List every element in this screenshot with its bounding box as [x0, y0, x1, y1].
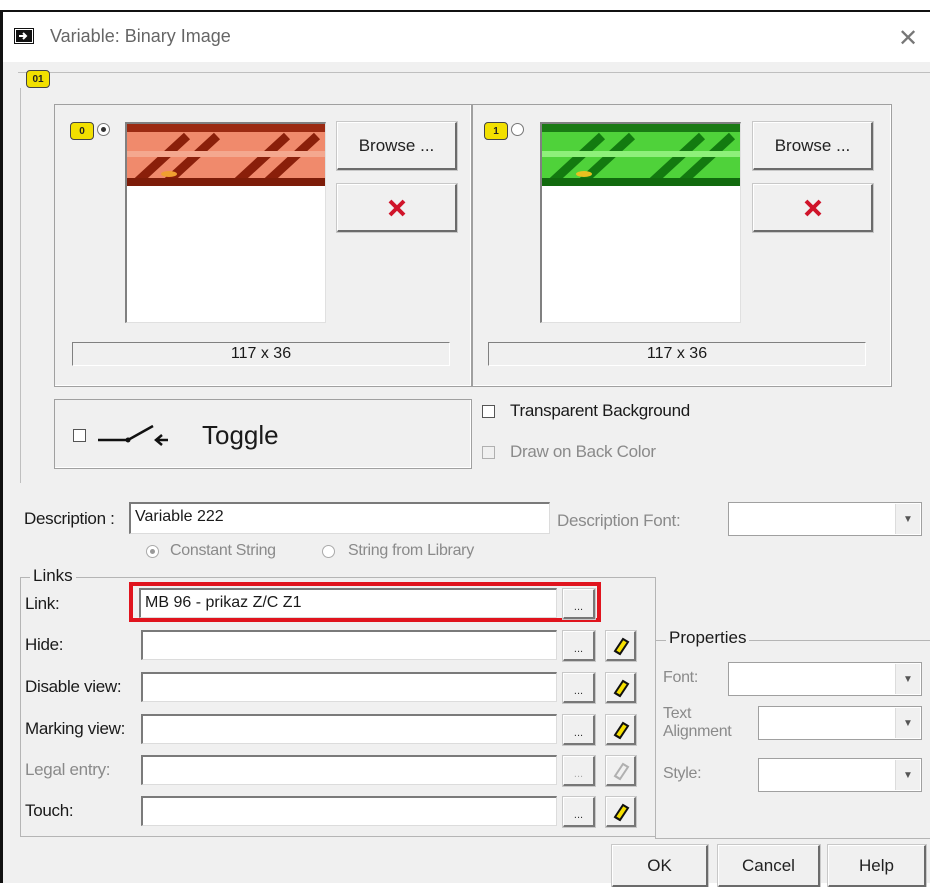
- text-alignment-label-line-2: Alignment: [663, 723, 732, 740]
- state-1-badge-icon: 1: [484, 122, 508, 140]
- window-title: Variable: Binary Image: [50, 26, 231, 46]
- state-0-badge-text: 0: [79, 125, 85, 137]
- ok-button[interactable]: OK: [611, 844, 709, 887]
- state-0-badge-icon: 0: [70, 122, 94, 140]
- link-input[interactable]: MB 96 - prikaz Z/C Z1: [139, 588, 557, 618]
- text-alignment-select[interactable]: ▼: [758, 706, 922, 740]
- font-label: Font:: [663, 669, 698, 686]
- state-1-size-label: 117 x 36: [488, 342, 866, 366]
- chevron-down-icon: ▼: [895, 664, 920, 694]
- eraser-icon: [613, 679, 629, 697]
- draw-on-back-color-checkbox[interactable]: [482, 446, 495, 459]
- close-icon[interactable]: ✕: [898, 24, 918, 53]
- state-1-image: [542, 124, 740, 186]
- constant-string-label: Constant String: [170, 542, 276, 559]
- eraser-icon: [613, 721, 629, 739]
- string-from-library-radio[interactable]: [322, 545, 335, 558]
- link-label: Link:: [25, 594, 60, 613]
- toggle-checkbox[interactable]: [73, 429, 86, 442]
- help-button[interactable]: Help: [827, 844, 927, 887]
- hide-label: Hide:: [25, 635, 64, 654]
- properties-group-title: Properties: [666, 628, 750, 648]
- state-1-badge-text: 1: [493, 125, 499, 137]
- disable-view-input[interactable]: [141, 672, 557, 702]
- text-alignment-label: Text Alignment: [663, 705, 732, 741]
- eraser-icon: [613, 803, 629, 821]
- toggle-label: Toggle: [202, 420, 279, 450]
- group-badge-icon: 01: [26, 70, 50, 88]
- legal-entry-clear-button[interactable]: [605, 755, 637, 787]
- links-group-title: Links: [30, 566, 76, 586]
- eraser-icon: [613, 762, 629, 780]
- eraser-icon: [613, 637, 629, 655]
- marking-view-browse-button[interactable]: ...: [562, 714, 596, 746]
- legal-entry-input[interactable]: [141, 755, 557, 785]
- hide-clear-button[interactable]: [605, 630, 637, 662]
- radio-selected-dot: [150, 549, 155, 554]
- touch-label: Touch:: [25, 801, 74, 820]
- description-font-select[interactable]: ▼: [728, 502, 922, 536]
- disable-view-label: Disable view:: [25, 677, 122, 696]
- text-alignment-label-line-1: Text: [663, 705, 692, 722]
- switch-symbol-icon: [98, 424, 168, 446]
- hide-input[interactable]: [141, 630, 557, 660]
- state-1-radio[interactable]: [511, 123, 524, 136]
- link-browse-button[interactable]: ...: [562, 588, 596, 620]
- marking-view-clear-button[interactable]: [605, 714, 637, 746]
- style-label: Style:: [663, 765, 702, 782]
- delete-x-icon: [804, 199, 821, 216]
- state-0-image: [127, 124, 325, 186]
- constant-string-radio[interactable]: [146, 545, 159, 558]
- transparent-background-label: Transparent Background: [510, 401, 690, 420]
- style-select[interactable]: ▼: [758, 758, 922, 792]
- draw-on-back-color-label: Draw on Back Color: [510, 442, 656, 461]
- chevron-down-icon: ▼: [895, 708, 920, 738]
- group-badge-text: 01: [32, 73, 44, 85]
- state-0-radio[interactable]: [97, 123, 110, 136]
- touch-clear-button[interactable]: [605, 796, 637, 828]
- legal-entry-browse-button[interactable]: ...: [562, 755, 596, 787]
- delete-x-icon: [388, 199, 405, 216]
- hide-browse-button[interactable]: ...: [562, 630, 596, 662]
- state-0-size-label: 117 x 36: [72, 342, 450, 366]
- state-0-clear-button[interactable]: [336, 183, 458, 233]
- description-label: Description :: [24, 509, 115, 528]
- touch-browse-button[interactable]: ...: [562, 796, 596, 828]
- description-font-label: Description Font:: [557, 511, 681, 530]
- description-input[interactable]: Variable 222: [129, 502, 550, 534]
- legal-entry-label: Legal entry:: [25, 760, 111, 779]
- touch-input[interactable]: [141, 796, 557, 826]
- transparent-background-checkbox[interactable]: [482, 405, 495, 418]
- chevron-down-icon: ▼: [895, 760, 920, 790]
- disable-view-browse-button[interactable]: ...: [562, 672, 596, 704]
- marking-view-input[interactable]: [141, 714, 557, 744]
- state-0-image-preview: [125, 122, 326, 323]
- marking-view-label: Marking view:: [25, 719, 126, 738]
- state-1-browse-button[interactable]: Browse ...: [752, 121, 874, 171]
- app-icon: [14, 28, 34, 44]
- radio-selected-dot: [101, 127, 106, 132]
- disable-view-clear-button[interactable]: [605, 672, 637, 704]
- state-0-browse-button[interactable]: Browse ...: [336, 121, 458, 171]
- string-from-library-label: String from Library: [348, 542, 474, 559]
- state-1-image-preview: [540, 122, 741, 323]
- font-select[interactable]: ▼: [728, 662, 922, 696]
- cancel-button[interactable]: Cancel: [717, 844, 821, 887]
- chevron-down-icon: ▼: [895, 504, 920, 534]
- state-1-clear-button[interactable]: [752, 183, 874, 233]
- image-group-left-border: [20, 88, 25, 483]
